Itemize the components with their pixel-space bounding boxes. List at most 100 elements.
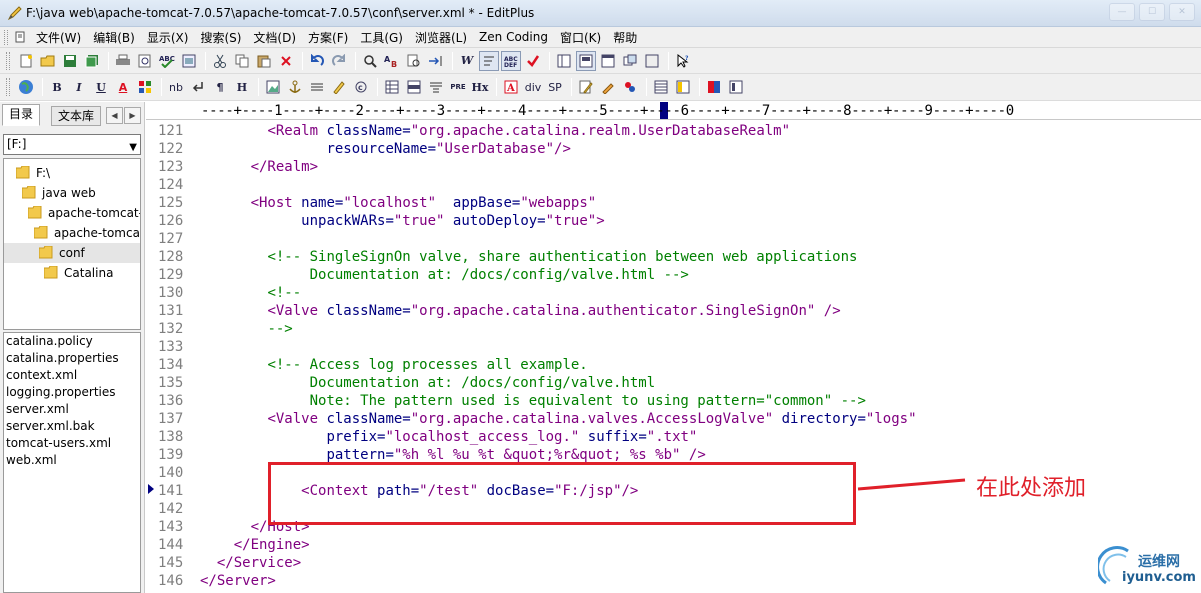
code-line[interactable]: <!--	[200, 284, 301, 302]
comment-icon[interactable]: c	[351, 77, 371, 97]
file-item[interactable]: catalina.properties	[4, 350, 140, 367]
pre-button[interactable]: PRE	[448, 77, 468, 97]
file-item[interactable]: server.xml.bak	[4, 418, 140, 435]
code-line[interactable]: Documentation at: /docs/config/valve.htm…	[200, 374, 656, 392]
table-row-icon[interactable]	[404, 77, 424, 97]
code-line[interactable]: unpackWARs="true" autoDeploy="true">	[200, 212, 604, 230]
menu-tools[interactable]: 工具(G)	[354, 29, 409, 46]
code-line[interactable]: -->	[200, 320, 292, 338]
css-edit-icon[interactable]	[576, 77, 596, 97]
frame-icon[interactable]	[651, 77, 671, 97]
italic-w-icon[interactable]: W	[457, 51, 477, 71]
menu-view[interactable]: 显示(X)	[141, 29, 195, 46]
save-icon[interactable]	[60, 51, 80, 71]
underline-button[interactable]: U	[91, 77, 111, 97]
menu-search[interactable]: 搜索(S)	[194, 29, 247, 46]
code-line[interactable]: <!-- Access log processes all example.	[200, 356, 587, 374]
bold-button[interactable]: B	[47, 77, 67, 97]
tile-windows-icon[interactable]	[620, 51, 640, 71]
tree-item[interactable]: java web	[22, 183, 96, 203]
minimize-button[interactable]: —	[1109, 3, 1135, 21]
redo-icon[interactable]	[329, 51, 349, 71]
list-icon[interactable]	[426, 77, 446, 97]
file-item[interactable]: catalina.policy	[4, 333, 140, 350]
file-item[interactable]: context.xml	[4, 367, 140, 384]
paragraph-button[interactable]: ¶	[210, 77, 230, 97]
color-icon[interactable]	[135, 77, 155, 97]
hx-button[interactable]: Hx	[470, 77, 490, 97]
code-line[interactable]: <Valve className="org.apache.catalina.au…	[200, 302, 840, 320]
help-pointer-icon[interactable]: ?	[673, 51, 693, 71]
code-line[interactable]: resourceName="UserDatabase"/>	[200, 140, 570, 158]
menu-edit[interactable]: 编辑(B)	[87, 29, 141, 46]
style-icon[interactable]	[598, 77, 618, 97]
file-item[interactable]: tomcat-users.xml	[4, 435, 140, 452]
tree-item-selected[interactable]: conf	[4, 243, 140, 263]
print-preview-icon[interactable]	[135, 51, 155, 71]
find-icon[interactable]	[360, 51, 380, 71]
menu-project[interactable]: 方案(F)	[302, 29, 354, 46]
file-item[interactable]: server.xml	[4, 401, 140, 418]
code-line[interactable]: <Realm className="org.apache.catalina.re…	[200, 122, 790, 140]
layout-icon[interactable]	[673, 77, 693, 97]
italic-button[interactable]: I	[69, 77, 89, 97]
save-all-icon[interactable]	[82, 51, 102, 71]
image-icon[interactable]	[263, 77, 283, 97]
cut-icon[interactable]	[210, 51, 230, 71]
horizontal-rule-icon[interactable]	[307, 77, 327, 97]
menu-browser[interactable]: 浏览器(L)	[409, 29, 473, 46]
nbsp-button[interactable]: nb	[166, 77, 186, 97]
browser-view-icon[interactable]	[179, 51, 199, 71]
open-folder-icon[interactable]	[38, 51, 58, 71]
html-tag-icon[interactable]: A	[501, 77, 521, 97]
replace-icon[interactable]: AB	[382, 51, 402, 71]
drive-select[interactable]: [F:] ▼	[3, 134, 141, 155]
line-break-icon[interactable]	[188, 77, 208, 97]
menu-document[interactable]: 文档(D)	[247, 29, 302, 46]
goto-line-icon[interactable]	[426, 51, 446, 71]
menu-help[interactable]: 帮助	[607, 29, 643, 46]
fullscreen-icon[interactable]	[642, 51, 662, 71]
code-line[interactable]: <Valve className="org.apache.catalina.va…	[200, 410, 916, 428]
code-line[interactable]: </Engine>	[200, 536, 310, 554]
code-line[interactable]: </Server>	[200, 572, 276, 590]
copy-icon[interactable]	[232, 51, 252, 71]
table-icon[interactable]	[382, 77, 402, 97]
heading-button[interactable]: H	[232, 77, 252, 97]
file-item[interactable]: logging.properties	[4, 384, 140, 401]
menu-window[interactable]: 窗口(K)	[554, 29, 607, 46]
menu-file[interactable]: 文件(W)	[30, 29, 87, 46]
find-in-files-icon[interactable]	[404, 51, 424, 71]
globe-icon[interactable]	[16, 77, 36, 97]
word-wrap-icon[interactable]	[479, 50, 499, 71]
spellcheck-icon[interactable]: ABC	[157, 51, 177, 71]
checkmark-icon[interactable]	[523, 51, 543, 71]
delete-icon[interactable]	[276, 51, 296, 71]
form-icon[interactable]	[329, 77, 349, 97]
close-button[interactable]: ✕	[1169, 3, 1195, 21]
output-window-icon[interactable]	[576, 50, 596, 71]
font-button[interactable]: A	[113, 77, 133, 97]
div-button[interactable]: div	[523, 77, 543, 97]
code-line[interactable]: Documentation at: /docs/config/valve.htm…	[200, 266, 689, 284]
code-line[interactable]: <Host name="localhost" appBase="webapps"	[200, 194, 597, 212]
tree-item[interactable]: apache-tomcat-	[28, 203, 140, 223]
tab-scroll-right-icon[interactable]: ▶	[124, 107, 141, 124]
tab-scroll-left-icon[interactable]: ◀	[106, 107, 123, 124]
paste-icon[interactable]	[254, 51, 274, 71]
new-file-icon[interactable]	[16, 51, 36, 71]
spellcheck-toggle-icon[interactable]: ABC DEF	[501, 50, 521, 71]
menu-zen-coding[interactable]: Zen Coding	[473, 30, 554, 44]
code-line[interactable]: </Realm>	[200, 158, 318, 176]
maximize-button[interactable]: ☐	[1139, 3, 1165, 21]
file-item[interactable]: web.xml	[4, 452, 140, 469]
code-line[interactable]: </Service>	[200, 554, 301, 572]
tab-cliptext[interactable]: 文本库	[51, 106, 102, 126]
preview-icon[interactable]	[726, 77, 746, 97]
script-icon[interactable]	[620, 77, 640, 97]
anchor-icon[interactable]	[285, 77, 305, 97]
code-line[interactable]: prefix="localhost_access_log." suffix=".…	[200, 428, 697, 446]
span-button[interactable]: SP	[545, 77, 565, 97]
code-line[interactable]: <!-- SingleSignOn valve, share authentic…	[200, 248, 857, 266]
tree-item[interactable]: F:\	[16, 163, 50, 183]
